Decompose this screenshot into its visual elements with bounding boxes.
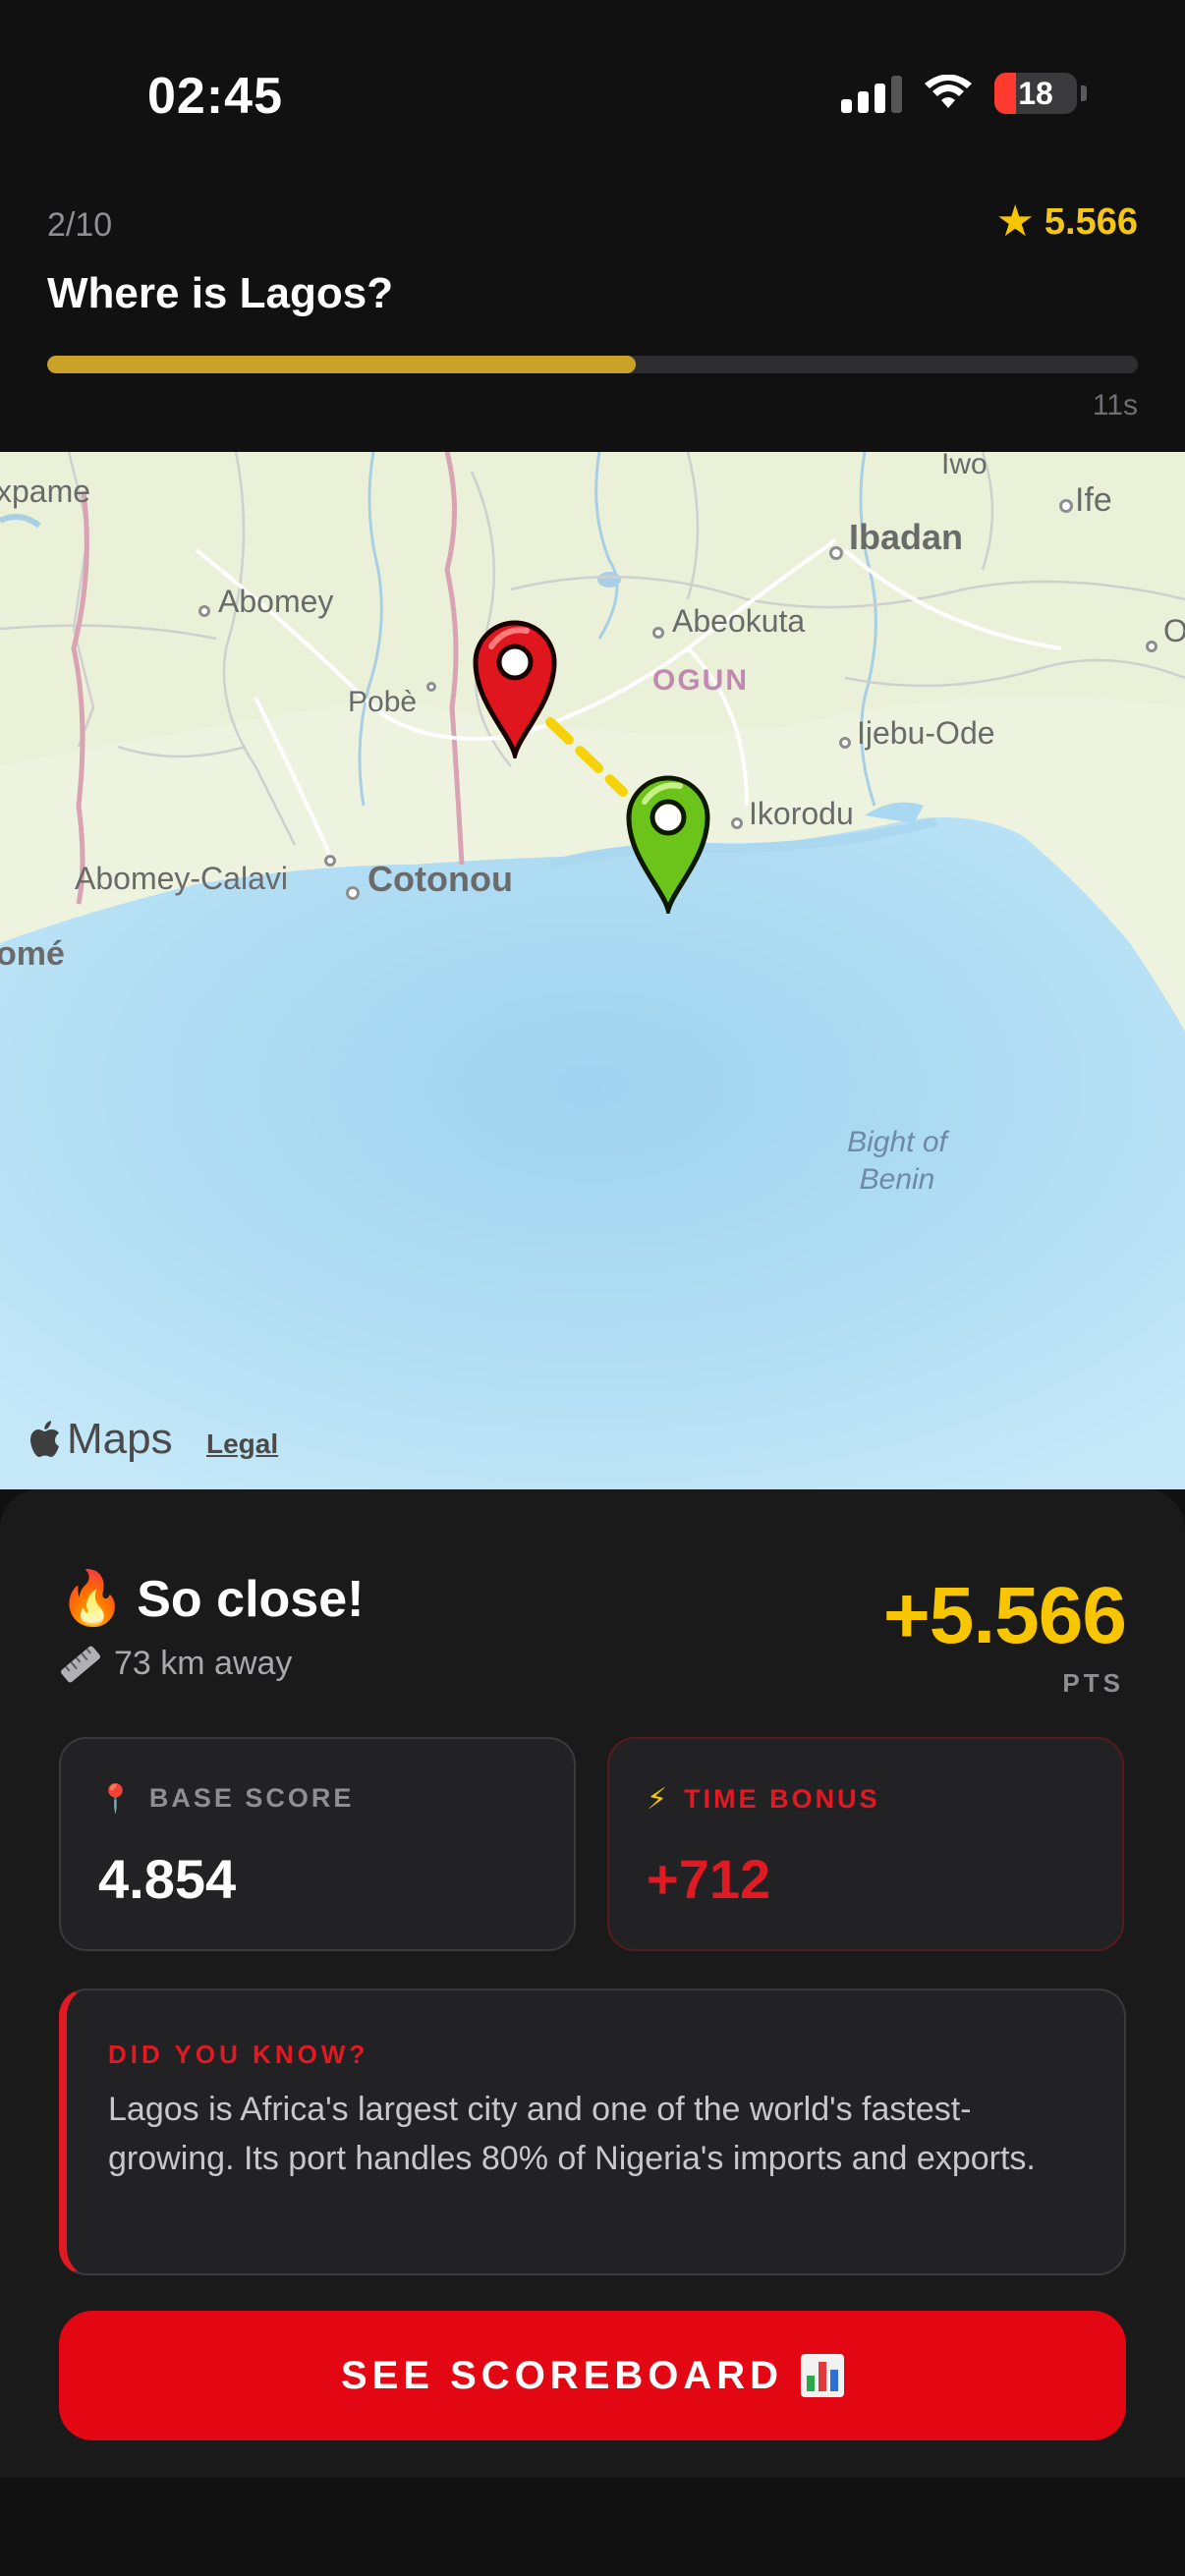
map-label-ibadan: Ibadan — [849, 517, 964, 557]
fire-icon: 🔥 — [59, 1569, 126, 1628]
map-label-abeokuta: Abeokuta — [672, 603, 806, 639]
map-label-ogun: OGUN — [652, 664, 749, 697]
result-title: 🔥 So close! — [59, 1568, 364, 1630]
map-base — [0, 452, 1185, 1489]
map-label-ikorodu: Ikorodu — [749, 796, 854, 831]
points-earned: +5.566 — [882, 1571, 1127, 1660]
wifi-icon — [925, 75, 972, 108]
status-time: 02:45 — [147, 68, 283, 125]
base-score-card: 📍 BASE SCORE 4.854 — [59, 1737, 576, 1951]
timer-bar-fill — [47, 356, 637, 373]
apple-icon — [30, 1421, 59, 1457]
city-dot — [1146, 641, 1157, 652]
map-label-cotonou: Cotonou — [367, 859, 513, 899]
city-dot — [198, 605, 210, 617]
map-label-pobe: Pobè — [348, 686, 418, 718]
city-dot — [346, 886, 360, 900]
map-label-kpame: xpame — [0, 474, 91, 509]
bar-chart-icon — [801, 2354, 845, 2397]
status-bar: 02:45 18 — [0, 0, 1185, 187]
time-bonus-value: +712 — [647, 1848, 771, 1910]
question-progress: 2/10 — [47, 206, 113, 244]
timer-remaining: 11s — [1092, 389, 1138, 421]
map-label-ife: Ife — [1075, 481, 1112, 519]
bolt-icon: ⚡ — [647, 1783, 671, 1816]
see-scoreboard-label: SEE SCOREBOARD — [340, 2353, 784, 2397]
signal-icon — [841, 74, 902, 113]
status-icons: 18 — [841, 73, 1087, 114]
map-label-abomey: Abomey — [218, 584, 334, 619]
map-label-o: O — [1163, 613, 1185, 648]
fun-fact-card: DID YOU KNOW? Lagos is Africa's largest … — [59, 1988, 1126, 2275]
map-pin-icon: 📍 — [98, 1783, 136, 1814]
red-pin-icon[interactable] — [470, 617, 560, 758]
city-dot — [829, 546, 843, 560]
result-panel: 🔥 So close! 73 km away +5.566 PTS 📍 BASE… — [0, 1489, 1185, 2478]
star-icon: ★ — [995, 197, 1035, 246]
base-score-value: 4.854 — [98, 1848, 237, 1910]
time-bonus-card: ⚡ TIME BONUS +712 — [607, 1737, 1124, 1951]
city-dot — [731, 817, 743, 829]
question-text: Where is Lagos? — [47, 269, 394, 317]
map-label-bight-of-benin: Bight of Benin — [847, 1126, 947, 1196]
city-dot — [839, 737, 851, 749]
fun-fact-text: Lagos is Africa's largest city and one o… — [108, 2091, 1036, 2177]
map-label-ijebu-ode: Ijebu-Ode — [857, 715, 995, 751]
city-dot — [652, 627, 664, 639]
see-scoreboard-button[interactable]: SEE SCOREBOARD — [59, 2311, 1126, 2440]
map-label-iwo: Iwo — [941, 452, 988, 480]
maps-attribution: Maps — [67, 1415, 173, 1463]
points-unit: PTS — [1062, 1668, 1124, 1698]
map-view[interactable]: xpame Iwo Ife Ibadan Abomey Abeokuta O P… — [0, 452, 1185, 1489]
fun-fact-label: DID YOU KNOW? — [108, 2040, 369, 2069]
bottom-safe-area — [0, 2478, 1185, 2576]
timer-bar — [47, 356, 1138, 373]
legal-link[interactable]: Legal — [206, 1428, 278, 1460]
base-score-label: 📍 BASE SCORE — [98, 1783, 355, 1814]
battery-icon: 18 — [994, 73, 1087, 114]
apple-maps-logo: Maps — [29, 1415, 173, 1464]
ruler-icon — [60, 1646, 101, 1682]
map-label-abomey-calavi: Abomey-Calavi — [75, 861, 288, 896]
result-title-text: So close! — [137, 1570, 365, 1628]
city-dot — [426, 682, 436, 692]
distance-text: 73 km away — [114, 1645, 293, 1682]
battery-level: 18 — [1018, 75, 1053, 111]
city-dot — [1059, 499, 1073, 513]
city-dot — [324, 855, 336, 867]
total-score-value: 5.566 — [1044, 200, 1138, 243]
quiz-header: 2/10 ★ 5.566 Where is Lagos? 11s — [0, 187, 1185, 452]
time-bonus-label: ⚡ TIME BONUS — [647, 1783, 880, 1816]
total-score: ★ 5.566 — [995, 200, 1138, 244]
green-pin-icon[interactable] — [623, 772, 713, 914]
map-label-lome: omé — [0, 935, 65, 973]
distance-info: 73 km away — [59, 1645, 292, 1683]
